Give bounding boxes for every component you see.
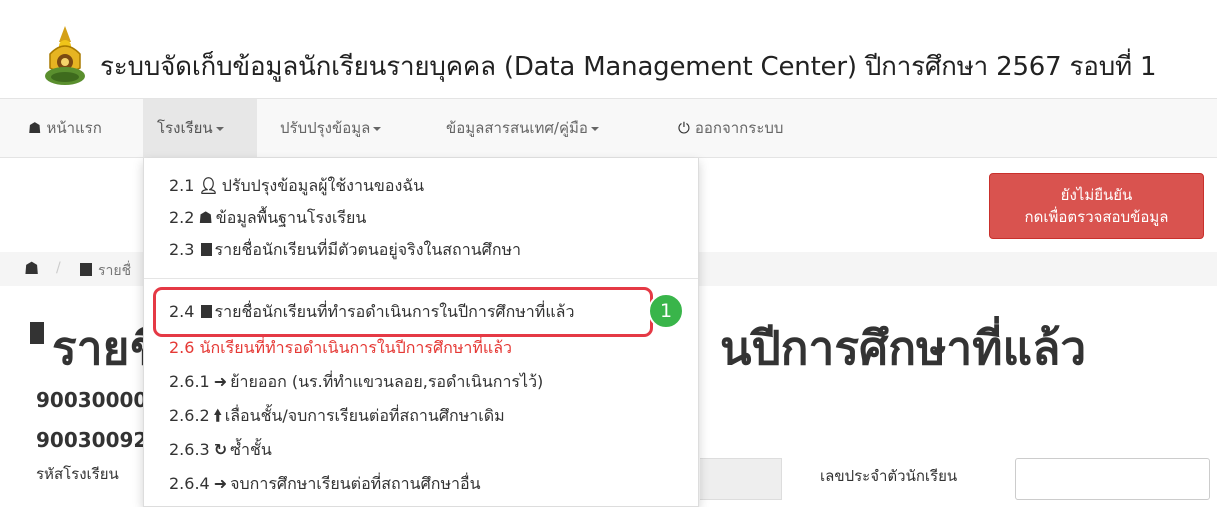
nav-school[interactable]: โรงเรียน (143, 99, 257, 157)
menu-section-2-6: 2.6 นักเรียนที่ทำรอดำเนินการในปีการศึกษา… (169, 336, 512, 361)
menu-item-id: 2.2 (169, 208, 195, 227)
menu-item-id: 2.6.3 (169, 440, 210, 459)
student-id-input[interactable] (1015, 458, 1210, 500)
page-title-end: นปีการศึกษาที่แล้ว (720, 321, 1087, 375)
menu-item-id: 2.1 (169, 176, 195, 195)
refresh-icon: ↻ (213, 440, 228, 459)
menu-item-id: 2.6.1 (169, 372, 210, 391)
menu-item-label: รายชื่อนักเรียนที่มีตัวตนอยู่จริงในสถานศ… (214, 240, 522, 259)
menu-item-2-1[interactable]: 2.1 👤︎ ปรับปรุงข้อมูลผู้ใช้งานของฉัน (169, 174, 424, 199)
school-code-2: 90030092 (36, 428, 148, 452)
menu-item-2-6-2[interactable]: 2.6.2 🠙 เลื่อนชั้น/จบการเรียนต่อที่สถานศึก… (169, 404, 505, 432)
home-icon: ☗ (198, 208, 213, 227)
arrow-up-icon: 🠙 (213, 406, 222, 425)
menu-item-label: จบการศึกษาเรียนต่อที่สถานศึกษาอื่น (230, 474, 481, 493)
nav-info-label: ข้อมูลสารสนเทศ/คู่มือ (446, 119, 588, 137)
page-header: ระบบจัดเก็บข้อมูลนักเรียนรายบุคคล (Data … (0, 0, 1217, 98)
home-icon[interactable]: ☗ (24, 259, 39, 279)
nav-school-label: โรงเรียน (157, 119, 213, 137)
nav-info[interactable]: ข้อมูลสารสนเทศ/คู่มือ (432, 99, 613, 157)
list-icon (80, 263, 92, 276)
student-id-label: เลขประจำตัวนักเรียน (820, 467, 958, 485)
menu-item-label: ข้อมูลพื้นฐานโรงเรียน (215, 208, 367, 227)
confirm-data-button[interactable]: ยังไม่ยืนยัน กดเพื่อตรวจสอบข้อมูล (989, 173, 1204, 239)
confirm-line-2: กดเพื่อตรวจสอบข้อมูล (1024, 208, 1169, 226)
school-code-1: 90030000 (36, 388, 148, 412)
confirm-line-1: ยังไม่ยืนยัน (1060, 186, 1133, 204)
menu-item-label: ย้ายออก (นร.ที่ทำแขวนลอย,รอดำเนินการไว้) (230, 372, 544, 391)
menu-item-2-3[interactable]: 2.3 รายชื่อนักเรียนที่มีตัวตนอยู่จริงในส… (169, 238, 521, 263)
menu-item-id: 2.6.4 (169, 474, 210, 493)
breadcrumb-current: รายชื่ (80, 260, 131, 282)
menu-divider (144, 278, 698, 279)
arrow-right-icon: ➜ (213, 372, 228, 391)
main-navbar: ☗ หน้าแรก โรงเรียน ปรับปรุงข้อมูล ข้อมูลส… (0, 98, 1217, 158)
menu-item-2-6-4[interactable]: 2.6.4 ➜ จบการศึกษาเรียนต่อที่สถานศึกษาอื่น (169, 472, 481, 497)
menu-item-2-2[interactable]: 2.2 ☗ ข้อมูลพื้นฐานโรงเรียน (169, 206, 366, 231)
breadcrumb-separator: / (56, 260, 61, 276)
menu-item-id: 2.6.2 (169, 406, 210, 425)
nav-logout-label: ออกจากระบบ (694, 119, 784, 137)
list-icon (30, 322, 44, 344)
school-code-label: รหัสโรงเรียน (36, 465, 119, 483)
menu-item-2-6-3[interactable]: 2.6.3 ↻ ซ้ำชั้น (169, 438, 272, 463)
breadcrumb-current-label: รายชื่ (98, 263, 132, 279)
school-code-input[interactable] (700, 458, 782, 500)
home-icon: ☗ (28, 119, 42, 137)
nav-update-label: ปรับปรุงข้อมูล (280, 119, 371, 137)
nav-home[interactable]: ☗ หน้าแรก (14, 99, 116, 157)
school-emblem-icon (45, 26, 85, 85)
highlight-box (153, 287, 653, 337)
nav-logout[interactable]: ⏻ ออกจากระบบ (664, 99, 797, 157)
menu-item-label: เลื่อนชั้น/จบการเรียนต่อที่สถานศึกษาเดิม (224, 406, 505, 425)
menu-item-label: ปรับปรุงข้อมูลผู้ใช้งานของฉัน (221, 176, 425, 195)
site-title: ระบบจัดเก็บข้อมูลนักเรียนรายบุคคล (Data … (100, 52, 1157, 82)
caret-down-icon (215, 126, 224, 131)
menu-item-label: นักเรียนที่ทำรอดำเนินการในปีการศึกษาที่แ… (199, 338, 513, 357)
nav-home-label: หน้าแรก (46, 119, 102, 137)
caret-down-icon (373, 126, 382, 131)
user-icon: 👤︎ (198, 176, 219, 195)
menu-item-id: 2.3 (169, 240, 195, 259)
arrow-right-icon: ➜ (213, 474, 228, 493)
menu-item-id: 2.6 (169, 338, 195, 357)
power-icon: ⏻ (678, 119, 690, 137)
menu-item-2-6-1[interactable]: 2.6.1 ➜ ย้ายออก (นร.ที่ทำแขวนลอย,รอดำเนินก… (169, 370, 543, 395)
menu-item-label: ซ้ำชั้น (230, 440, 272, 459)
list-icon (200, 243, 212, 256)
caret-down-icon (590, 126, 599, 131)
nav-update[interactable]: ปรับปรุงข้อมูล (266, 99, 395, 157)
step-badge: 1 (648, 293, 684, 329)
